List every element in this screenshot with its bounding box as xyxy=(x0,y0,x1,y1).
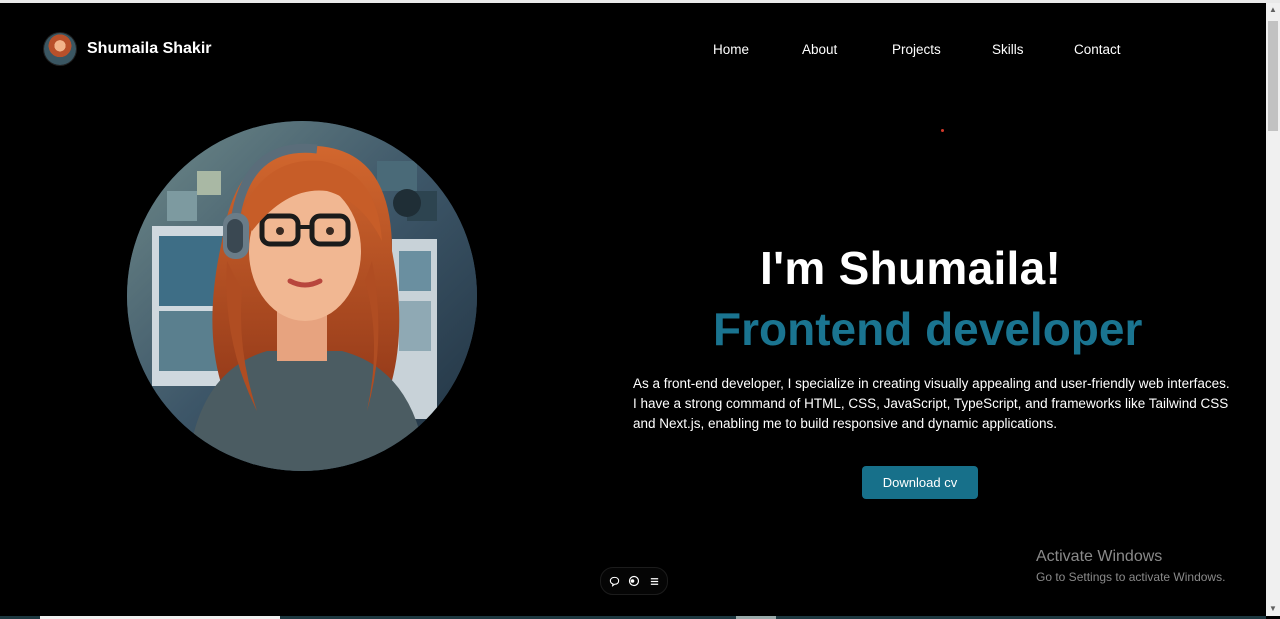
scroll-down-arrow-icon[interactable]: ▼ xyxy=(1266,602,1280,616)
portfolio-page: Shumaila Shakir Home About Projects Skil… xyxy=(0,3,1266,616)
brand-name: Shumaila Shakir xyxy=(87,40,212,57)
avatar xyxy=(44,33,76,65)
developer-illustration-icon xyxy=(127,121,477,471)
nav-link-contact[interactable]: Contact xyxy=(1074,42,1121,57)
menu-icon[interactable] xyxy=(647,574,661,588)
hero-portrait-image xyxy=(127,121,477,471)
nav-link-about[interactable]: About xyxy=(802,42,837,57)
nav-link-projects[interactable]: Projects xyxy=(892,42,941,57)
toggle-icon[interactable] xyxy=(627,574,641,588)
hero-role: Frontend developer xyxy=(713,303,1143,355)
nav-link-home[interactable]: Home xyxy=(713,42,749,57)
windows-watermark-title: Activate Windows xyxy=(1036,548,1163,565)
scrollbar-thumb[interactable] xyxy=(1268,21,1278,131)
accent-dot xyxy=(941,129,944,132)
floating-toolbar xyxy=(600,567,668,595)
brand[interactable]: Shumaila Shakir xyxy=(44,33,212,65)
vertical-scrollbar[interactable]: ▲ ▼ xyxy=(1266,3,1280,616)
nav-link-skills[interactable]: Skills xyxy=(992,42,1024,57)
windows-watermark-subtitle: Go to Settings to activate Windows. xyxy=(1036,570,1226,584)
download-cv-button[interactable]: Download cv xyxy=(862,466,978,499)
top-navigation: Shumaila Shakir Home About Projects Skil… xyxy=(0,3,1266,97)
chat-bubble-icon[interactable] xyxy=(607,574,621,588)
hero-title: I'm Shumaila! xyxy=(760,242,1062,294)
scroll-up-arrow-icon[interactable]: ▲ xyxy=(1266,3,1280,17)
hero-description: As a front-end developer, I specialize i… xyxy=(633,376,1230,431)
